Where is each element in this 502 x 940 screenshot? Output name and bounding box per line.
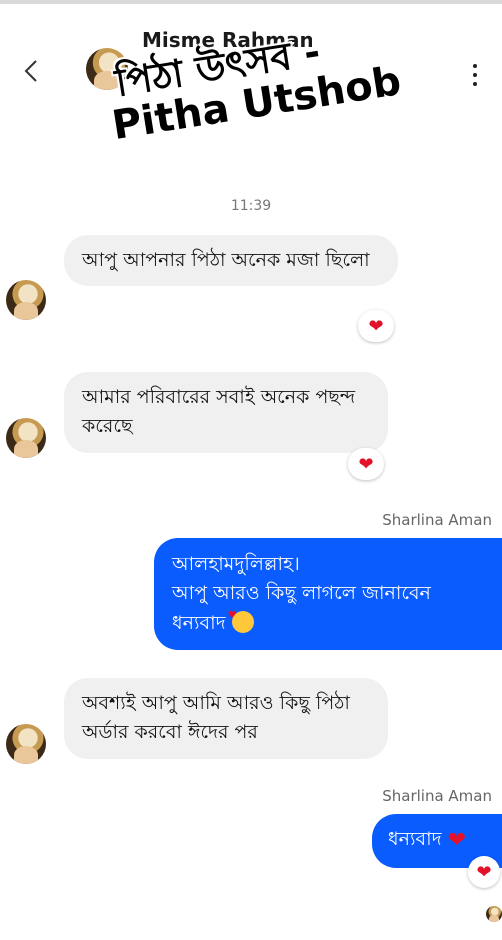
- more-vertical-icon: [473, 64, 477, 68]
- message-timestamp: 11:39: [230, 198, 272, 214]
- chevron-left-icon: [24, 60, 37, 82]
- heart-reaction-icon[interactable]: ❤: [348, 448, 384, 480]
- sender-avatar[interactable]: [6, 280, 46, 320]
- seen-receipt-avatar: [486, 906, 502, 922]
- heart-reaction-icon[interactable]: ❤: [468, 856, 500, 888]
- message-line: ধন্যবাদ: [172, 608, 484, 638]
- sender-name: Sharlina Aman: [382, 787, 492, 805]
- incoming-message[interactable]: আমার পরিবারের সবাই অনেক পছন্দ করেছে: [64, 372, 388, 453]
- back-button[interactable]: [14, 54, 48, 88]
- incoming-message[interactable]: আপু আপনার পিঠা অনেক মজা ছিলো: [64, 235, 398, 287]
- sender-name: Sharlina Aman: [382, 511, 492, 529]
- message-text: ধন্যবাদ: [172, 611, 226, 634]
- more-options-button[interactable]: [462, 58, 488, 92]
- smiling-face-with-hearts-icon: [228, 608, 254, 633]
- sender-avatar[interactable]: [6, 418, 46, 458]
- sender-avatar[interactable]: [6, 724, 46, 764]
- heart-reaction-icon[interactable]: ❤: [358, 310, 394, 342]
- heart-emoji-icon: ❤: [447, 828, 467, 853]
- message-line: আপু আরও কিছু লাগলে জানাবেন: [172, 582, 431, 605]
- outgoing-message[interactable]: আলহামদুলিল্লাহ। আপু আরও কিছু লাগলে জানাব…: [154, 538, 502, 651]
- message-text: ধন্যবাদ: [388, 828, 442, 850]
- message-line: আলহামদুলিল্লাহ।: [172, 553, 300, 575]
- incoming-message[interactable]: অবশ্যই আপু আমি আরও কিছু পিঠা অর্ডার করবো…: [64, 678, 388, 759]
